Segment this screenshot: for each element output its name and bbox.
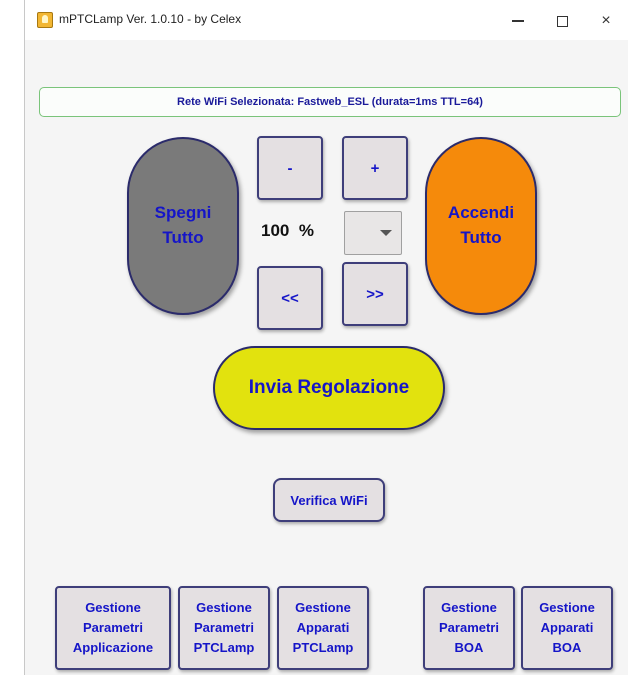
close-icon: ×	[601, 12, 611, 29]
increase-button[interactable]: +	[342, 136, 408, 200]
mgmt-line: Gestione	[196, 599, 252, 615]
window-title: mPTCLamp Ver. 1.0.10 - by Celex	[59, 12, 242, 26]
rewind-label: <<	[281, 289, 299, 307]
manage-app-params-button[interactable]: Gestione Parametri Applicazione	[55, 586, 171, 670]
maximize-button[interactable]	[545, 8, 579, 34]
all-off-label: Spegni Tutto	[155, 201, 212, 250]
forward-button[interactable]: >>	[342, 262, 408, 326]
verify-wifi-button[interactable]: Verifica WiFi	[273, 478, 385, 522]
minimize-icon	[512, 20, 524, 22]
all-on-line2: Tutto	[460, 228, 502, 247]
manage-ptclamp-devices-label: Gestione Apparati PTCLamp	[293, 598, 354, 658]
manage-boa-params-label: Gestione Parametri BOA	[439, 598, 499, 658]
maximize-icon	[556, 15, 568, 27]
mgmt-line: Apparati	[540, 619, 594, 635]
lamp-app-icon[interactable]	[37, 12, 53, 28]
mgmt-line: BOA	[454, 640, 484, 656]
mgmt-line: Applicazione	[72, 640, 154, 656]
manage-app-params-label: Gestione Parametri Applicazione	[73, 598, 153, 658]
manage-boa-params-button[interactable]: Gestione Parametri BOA	[423, 586, 515, 670]
mgmt-line: Apparati	[296, 619, 350, 635]
mgmt-line: Gestione	[539, 599, 595, 615]
mgmt-line: Parametri	[439, 619, 499, 635]
main-panel: Rete WiFi Selezionata: Fastweb_ESL (dura…	[25, 40, 628, 675]
mgmt-line: Gestione	[85, 599, 141, 615]
minimize-button[interactable]	[501, 8, 535, 34]
all-off-line2: Tutto	[162, 228, 204, 247]
close-button[interactable]: ×	[589, 8, 623, 34]
forward-label: >>	[366, 285, 384, 303]
manage-ptclamp-params-label: Gestione Parametri PTCLamp	[194, 598, 255, 658]
rewind-button[interactable]: <<	[257, 266, 323, 330]
manage-ptclamp-params-button[interactable]: Gestione Parametri PTCLamp	[178, 586, 270, 670]
title-bar[interactable]: mPTCLamp Ver. 1.0.10 - by Celex ×	[25, 0, 628, 40]
send-adjustment-button[interactable]: Invia Regolazione	[213, 346, 445, 430]
wifi-status-banner: Rete WiFi Selezionata: Fastweb_ESL (dura…	[39, 87, 621, 117]
mgmt-line: PTCLamp	[292, 640, 354, 656]
all-on-label: Accendi Tutto	[448, 201, 514, 250]
verify-wifi-label: Verifica WiFi	[290, 492, 368, 508]
mgmt-line: BOA	[552, 640, 582, 656]
mgmt-line: Parametri	[194, 619, 254, 635]
all-on-button[interactable]: Accendi Tutto	[425, 137, 537, 315]
decrease-label: -	[287, 159, 293, 177]
manage-ptclamp-devices-button[interactable]: Gestione Apparati PTCLamp	[277, 586, 369, 670]
mgmt-line: Gestione	[295, 599, 351, 615]
percent-value: 100	[261, 221, 290, 240]
all-off-line1: Spegni	[154, 203, 212, 223]
manage-boa-devices-button[interactable]: Gestione Apparati BOA	[521, 586, 613, 670]
send-adjustment-label: Invia Regolazione	[248, 377, 410, 398]
all-on-line1: Accendi	[447, 203, 515, 223]
percent-unit: %	[298, 221, 314, 240]
mgmt-line: Parametri	[83, 619, 143, 635]
chevron-down-icon	[380, 230, 392, 236]
app-window: mPTCLamp Ver. 1.0.10 - by Celex × Rete W…	[24, 0, 628, 675]
increase-label: +	[370, 159, 380, 177]
manage-boa-devices-label: Gestione Apparati BOA	[539, 598, 595, 658]
preset-dropdown[interactable]	[344, 211, 402, 255]
mgmt-line: Gestione	[441, 599, 497, 615]
decrease-button[interactable]: -	[257, 136, 323, 200]
mgmt-line: PTCLamp	[193, 640, 255, 656]
all-off-button[interactable]: Spegni Tutto	[127, 137, 239, 315]
brightness-percent: 100 %	[261, 221, 333, 241]
